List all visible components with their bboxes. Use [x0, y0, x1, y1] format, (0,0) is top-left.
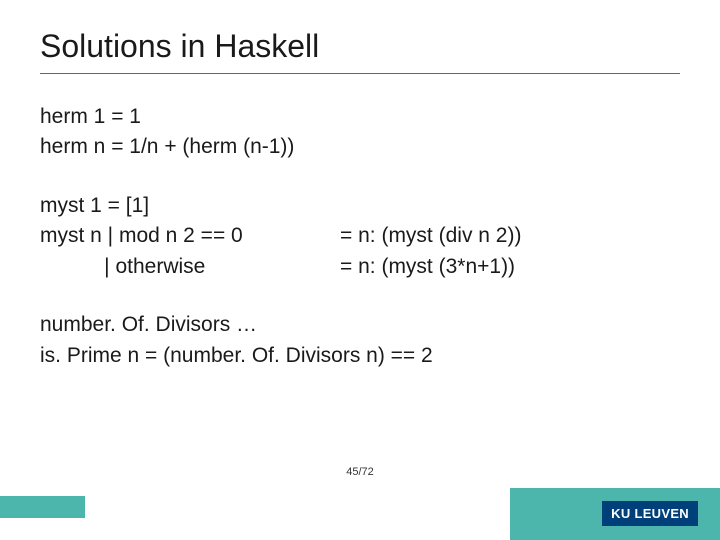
code-block-divisors: number. Of. Divisors … is. Prime n = (nu… [40, 310, 680, 371]
code-block-herm: herm 1 = 1 herm n = 1/n + (herm (n-1)) [40, 102, 680, 163]
code-line: number. Of. Divisors … [40, 310, 680, 340]
ku-leuven-logo: KU LEUVEN [602, 501, 698, 526]
code-line: myst 1 = [1] [40, 191, 680, 221]
footer-accent-left [0, 496, 85, 518]
code-line: is. Prime n = (number. Of. Divisors n) =… [40, 341, 680, 371]
title-underline [40, 73, 680, 74]
code-line: herm 1 = 1 [40, 102, 680, 132]
slide-title: Solutions in Haskell [40, 28, 680, 65]
code-line-right: = n: (myst (div n 2)) [340, 221, 680, 251]
code-line-left: | otherwise [40, 252, 340, 282]
code-line-left: myst n | mod n 2 == 0 [40, 221, 340, 251]
code-line: herm n = 1/n + (herm (n-1)) [40, 132, 680, 162]
code-block-myst: myst 1 = [1] myst n | mod n 2 == 0 = n: … [40, 191, 680, 282]
code-line-right: = n: (myst (3*n+1)) [340, 252, 680, 282]
page-number: 45/72 [0, 466, 720, 478]
slide: Solutions in Haskell herm 1 = 1 herm n =… [0, 0, 720, 540]
